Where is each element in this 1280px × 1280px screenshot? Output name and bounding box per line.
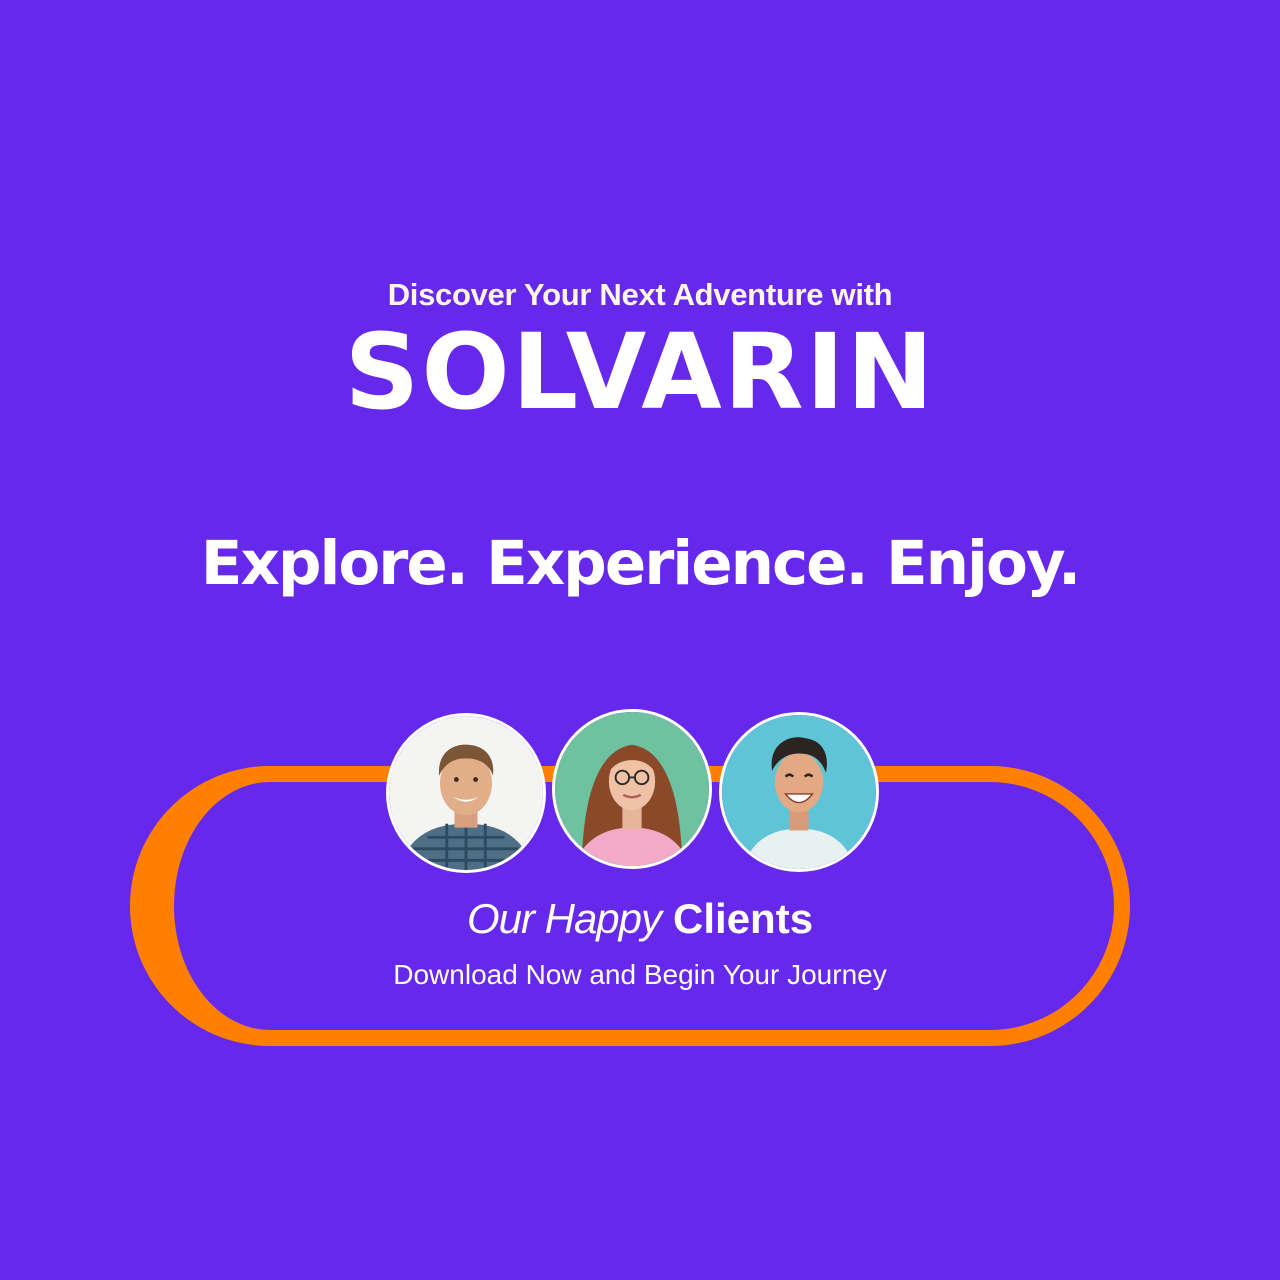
laughing-man-avatar-icon	[722, 715, 876, 869]
intro-tagline: Discover Your Next Adventure with	[387, 277, 893, 312]
client-avatar-3	[719, 712, 879, 872]
client-avatar-2	[552, 709, 712, 869]
clients-heading-bold: Clients	[673, 895, 814, 942]
smiling-man-avatar-icon	[389, 716, 543, 870]
motto-headline: Explore. Experience. Enjoy.	[200, 528, 1081, 599]
woman-with-glasses-avatar-icon	[555, 712, 709, 866]
clients-heading-light: Our Happy	[466, 895, 662, 942]
clients-heading: Our Happy Clients	[0, 894, 1280, 944]
download-cta-text: Download Now and Begin Your Journey	[393, 959, 887, 990]
client-avatar-1	[386, 713, 546, 873]
brand-title: SOLVARIN	[344, 311, 936, 433]
